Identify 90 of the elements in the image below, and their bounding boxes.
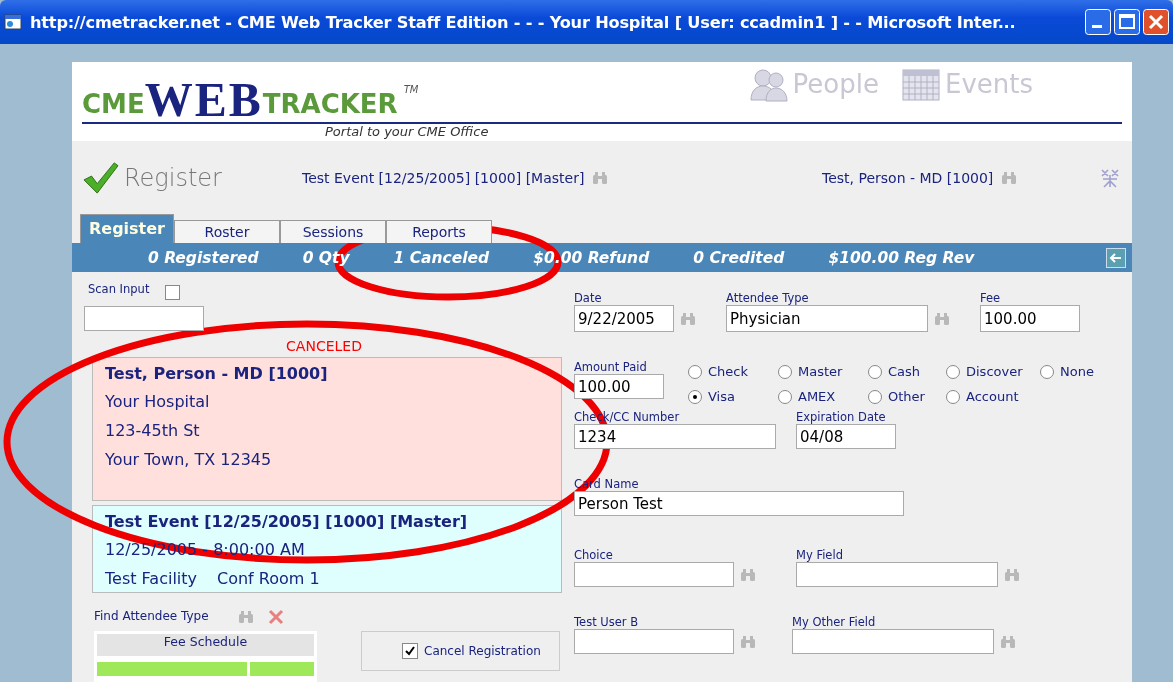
- trademark-text: TM: [403, 84, 419, 95]
- field-label: Attendee Type: [726, 291, 809, 305]
- field-label: Find Attendee Type: [94, 609, 210, 623]
- page-title: Register: [124, 164, 222, 192]
- fee-row-bar: [250, 662, 314, 676]
- stat-text: 1 Canceled: [393, 248, 490, 267]
- exit-icon[interactable]: [1106, 247, 1126, 268]
- input-field[interactable]: [574, 562, 734, 587]
- binoculars-icon[interactable]: [740, 567, 756, 582]
- checkbox[interactable]: [165, 285, 181, 300]
- radio-label: Check: [708, 364, 748, 379]
- radio-label: Account: [966, 389, 1019, 404]
- radio-button[interactable]: [946, 389, 960, 404]
- address-line: 123-45th St: [105, 420, 201, 442]
- tab[interactable]: Reports: [386, 220, 492, 243]
- stat-text: 0 Registered: [148, 248, 259, 267]
- binoculars-icon[interactable]: [1004, 567, 1020, 582]
- input-field[interactable]: Physician: [726, 305, 928, 332]
- logo-text: CME: [82, 89, 145, 119]
- attendee-name: Test, Person - MD [1000]: [105, 363, 329, 385]
- checkbox[interactable]: [402, 643, 418, 659]
- tab[interactable]: Register: [80, 214, 174, 243]
- calendar-icon: [900, 66, 941, 102]
- input-field[interactable]: Person Test: [574, 491, 904, 516]
- input-field[interactable]: 04/08: [796, 424, 896, 449]
- binoculars-icon[interactable]: [740, 634, 756, 649]
- radio-label: Master: [798, 364, 843, 379]
- address-line: Your Town, TX 12345: [105, 449, 273, 471]
- logo-text: WEB: [144, 78, 263, 122]
- binoculars-icon[interactable]: [1001, 171, 1018, 185]
- radio-button[interactable]: [778, 389, 792, 404]
- binoculars-icon[interactable]: [238, 610, 254, 624]
- tab[interactable]: Sessions: [280, 220, 386, 243]
- radio-label: Other: [888, 389, 925, 404]
- radio-label: Discover: [966, 364, 1023, 379]
- radio-label: Cash: [888, 364, 921, 379]
- field-label: Fee: [980, 291, 1001, 305]
- binoculars-icon[interactable]: [1000, 634, 1016, 649]
- clear-icon[interactable]: [268, 609, 284, 625]
- people-icon: [748, 66, 789, 102]
- input-field[interactable]: 100.00: [980, 305, 1080, 332]
- tagline: Portal to your CME Office: [325, 124, 490, 139]
- maximize-button[interactable]: [1114, 9, 1140, 35]
- radio-label: Visa: [708, 389, 735, 404]
- event-link[interactable]: Test Event [12/25/2005] [1000] [Master]: [302, 170, 585, 186]
- field-label: Choice: [574, 548, 613, 562]
- binoculars-icon[interactable]: [680, 311, 696, 326]
- input-field[interactable]: [84, 306, 204, 331]
- field-label: My Field: [796, 548, 843, 562]
- radio-button[interactable]: [688, 389, 702, 404]
- field-label: Date: [574, 291, 602, 305]
- panel-title: Fee Schedule: [97, 634, 314, 656]
- attendee-link[interactable]: Test, Person - MD [1000]: [822, 170, 994, 186]
- field-label: Expiration Date: [796, 410, 886, 424]
- close-button[interactable]: [1143, 9, 1169, 35]
- logo-text: TRACKER: [262, 89, 398, 119]
- radio-button[interactable]: [946, 364, 960, 379]
- status-text: CANCELED: [285, 338, 363, 356]
- radio-button[interactable]: [868, 364, 882, 379]
- binoculars-icon[interactable]: [592, 171, 609, 185]
- event-name: Test Event [12/25/2005] [1000] [Master]: [105, 511, 469, 533]
- field-label: Amount Paid: [574, 360, 647, 374]
- input-field[interactable]: [796, 562, 998, 587]
- field-label: Scan Input: [88, 282, 150, 296]
- input-field[interactable]: [792, 629, 994, 654]
- tree-icon[interactable]: [1099, 167, 1121, 189]
- binoculars-icon[interactable]: [934, 311, 950, 326]
- input-field[interactable]: 9/22/2005: [574, 305, 674, 332]
- field-label: Test User B: [574, 615, 639, 629]
- checkbox-label: Cancel Registration: [424, 644, 541, 658]
- radio-button[interactable]: [1040, 364, 1054, 379]
- checkmark-icon: [82, 161, 120, 195]
- radio-button[interactable]: [688, 364, 702, 379]
- address-line: Your Hospital: [105, 391, 211, 413]
- radio-button[interactable]: [778, 364, 792, 379]
- radio-button[interactable]: [868, 389, 882, 404]
- input-field[interactable]: 100.00: [574, 374, 664, 399]
- radio-label: None: [1060, 364, 1094, 379]
- stat-text: $100.00 Reg Rev: [828, 248, 975, 267]
- stat-text: 0 Credited: [693, 248, 785, 267]
- input-field[interactable]: [574, 629, 734, 654]
- tab[interactable]: Roster: [174, 220, 280, 243]
- input-field[interactable]: 1234: [574, 424, 776, 449]
- minimize-button[interactable]: [1085, 9, 1111, 35]
- page-icon: [4, 13, 22, 31]
- room-text: Conf Room 1: [217, 568, 320, 590]
- window-title: http://cmetracker.net - CME Web Tracker Staff Edition - - - Your Hospital [ User: ccadmin1 ] - - Microsoft Inter...: [30, 12, 1017, 32]
- radio-label: AMEX: [798, 389, 836, 404]
- field-label: My Other Field: [792, 615, 876, 629]
- facility-text: Test Facility: [105, 568, 197, 590]
